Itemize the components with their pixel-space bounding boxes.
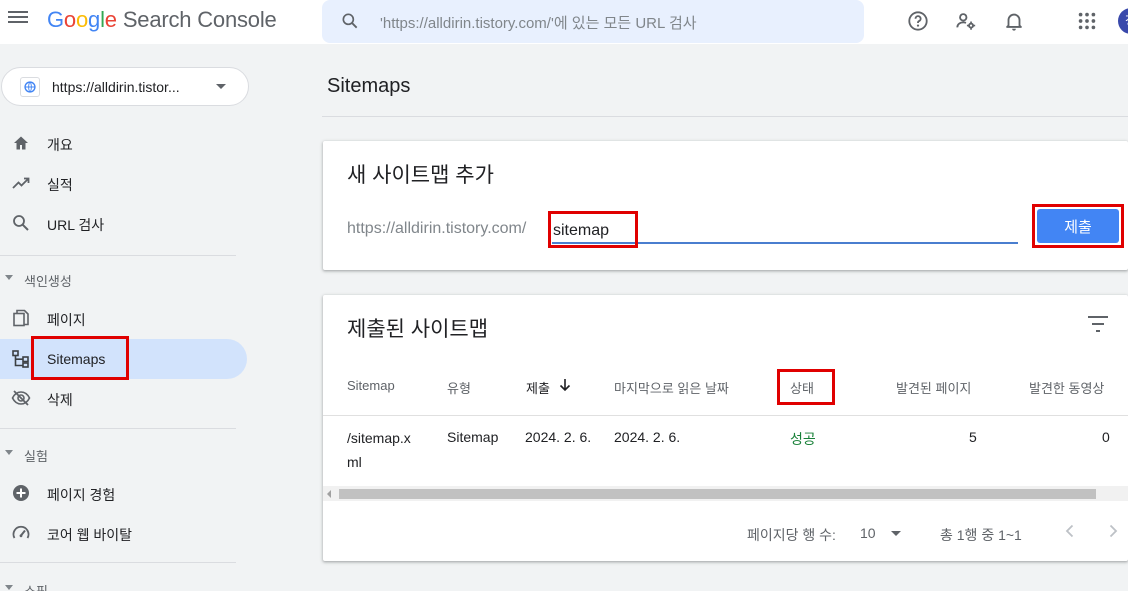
- pagination-range: 총 1행 중 1~1: [940, 527, 1022, 543]
- speed-icon: [12, 525, 30, 539]
- nav-item-overview[interactable]: 개요: [0, 123, 247, 163]
- pages-cell: 5: [969, 429, 977, 445]
- type-cell: Sitemap: [447, 429, 499, 445]
- chevron-left-icon[interactable]: [1060, 521, 1080, 541]
- nav-item-label: URL 검사: [47, 217, 105, 233]
- manage-accounts-icon[interactable]: [955, 10, 977, 32]
- nav-item-label: 삭제: [47, 392, 73, 408]
- column-header-last-read[interactable]: 마지막으로 읽은 날짜: [614, 378, 729, 397]
- column-header-sitemap[interactable]: Sitemap: [347, 378, 395, 393]
- nav-item-pages[interactable]: 페이지: [0, 298, 247, 338]
- add-sitemap-card: 새 사이트맵 추가 https://alldirin.tistory.com/ …: [323, 141, 1128, 270]
- product-name: Search Console: [122, 7, 277, 32]
- home-icon: [14, 136, 28, 150]
- pages-icon: [13, 309, 29, 327]
- menu-icon[interactable]: [8, 10, 30, 32]
- column-header-discovered-pages[interactable]: 발견된 페이지: [896, 378, 971, 397]
- caret-down-icon: [5, 275, 13, 280]
- globe-icon: [20, 77, 40, 97]
- status-cell: 성공: [790, 431, 816, 447]
- google-search-console-logo[interactable]: Google Search Console: [47, 7, 277, 33]
- search-input[interactable]: 'https://alldirin.tistory.com/'에 있는 모든 U…: [380, 12, 697, 33]
- horizontal-scrollbar[interactable]: [323, 486, 1128, 501]
- highlight-box-status-header: [777, 369, 835, 405]
- apps-grid-icon[interactable]: [1076, 10, 1098, 32]
- section-shopping[interactable]: 쇼핑: [0, 574, 236, 591]
- scroll-left-arrow-icon[interactable]: [327, 490, 331, 498]
- main-divider: [322, 116, 1128, 117]
- highlight-box-sitemaps-nav: [31, 336, 129, 380]
- chevron-down-icon: [216, 84, 226, 89]
- last-read-cell: 2024. 2. 6.: [614, 429, 681, 445]
- card-title: 새 사이트맵 추가: [347, 164, 494, 187]
- help-icon[interactable]: [907, 10, 929, 32]
- submitted-cell: 2024. 2. 6.: [525, 429, 592, 445]
- sidebar-divider: [0, 428, 236, 429]
- page-title: Sitemaps: [327, 75, 411, 97]
- nav-item-label: 개요: [47, 137, 73, 153]
- nav-item-page-experience[interactable]: 페이지 경험: [0, 473, 247, 513]
- nav-item-url-inspection[interactable]: URL 검사: [0, 203, 247, 243]
- top-app-bar: Google Search Console 'https://alldirin.t…: [0, 0, 1128, 44]
- visibility-off-icon: [11, 390, 31, 406]
- page-experience-icon: [13, 485, 29, 501]
- nav-item-label: 코어 웹 바이탈: [47, 527, 133, 543]
- trending-up-icon: [12, 177, 30, 189]
- nav-item-label: 실적: [47, 177, 73, 193]
- sitemap-path-cell[interactable]: /sitemap.xml: [347, 426, 419, 474]
- nav-item-core-web-vitals[interactable]: 코어 웹 바이탈: [0, 513, 247, 553]
- filter-icon[interactable]: [1087, 315, 1109, 333]
- highlight-box-sitemap-input: [548, 211, 638, 248]
- arrow-down-icon: [559, 379, 571, 392]
- nav-item-label: 페이지 경험: [47, 487, 116, 503]
- account-avatar[interactable]: 청: [1118, 8, 1128, 34]
- sidebar-divider: [0, 255, 236, 256]
- chevron-down-icon[interactable]: [891, 531, 901, 536]
- section-label: 색인생성: [24, 274, 72, 289]
- nav-item-label: 페이지: [47, 312, 86, 328]
- section-label: 실험: [24, 449, 48, 464]
- nav-item-performance[interactable]: 실적: [0, 163, 247, 203]
- search-icon: [13, 215, 29, 231]
- highlight-box-submit-button: [1032, 204, 1124, 248]
- column-header-type[interactable]: 유형: [447, 378, 471, 397]
- chevron-right-icon[interactable]: [1103, 521, 1123, 541]
- property-url: https://alldirin.tistor...: [52, 79, 180, 95]
- url-inspection-search[interactable]: 'https://alldirin.tistory.com/'에 있는 모든 U…: [322, 0, 864, 43]
- sidebar-divider: [0, 562, 236, 563]
- search-icon: [342, 13, 358, 29]
- caret-down-icon: [5, 450, 13, 455]
- sitemap-icon: [12, 350, 29, 368]
- submitted-sitemaps-card: 제출된 사이트맵 Sitemap 유형 제출 마지막으로 읽은 날짜 상태 발견…: [323, 295, 1128, 561]
- notifications-icon[interactable]: [1003, 10, 1025, 32]
- property-selector[interactable]: https://alldirin.tistor...: [1, 67, 249, 106]
- table-divider: [323, 415, 1128, 416]
- card-title: 제출된 사이트맵: [347, 318, 489, 341]
- section-experience[interactable]: 실험: [0, 439, 236, 469]
- rows-per-page-select[interactable]: 10: [860, 525, 876, 541]
- nav-item-removals[interactable]: 삭제: [0, 378, 247, 418]
- caret-down-icon: [5, 585, 13, 590]
- section-indexing[interactable]: 색인생성: [0, 264, 236, 294]
- section-label: 쇼핑: [24, 581, 48, 591]
- column-header-submitted[interactable]: 제출: [526, 378, 571, 397]
- sitemap-url-prefix: https://alldirin.tistory.com/: [347, 220, 527, 237]
- column-header-label: 제출: [526, 381, 550, 396]
- videos-cell: 0: [1102, 429, 1110, 445]
- column-header-discovered-videos[interactable]: 발견한 동영상: [1029, 378, 1104, 397]
- scrollbar-thumb[interactable]: [339, 489, 1096, 499]
- rows-per-page-label: 페이지당 행 수:: [747, 527, 836, 543]
